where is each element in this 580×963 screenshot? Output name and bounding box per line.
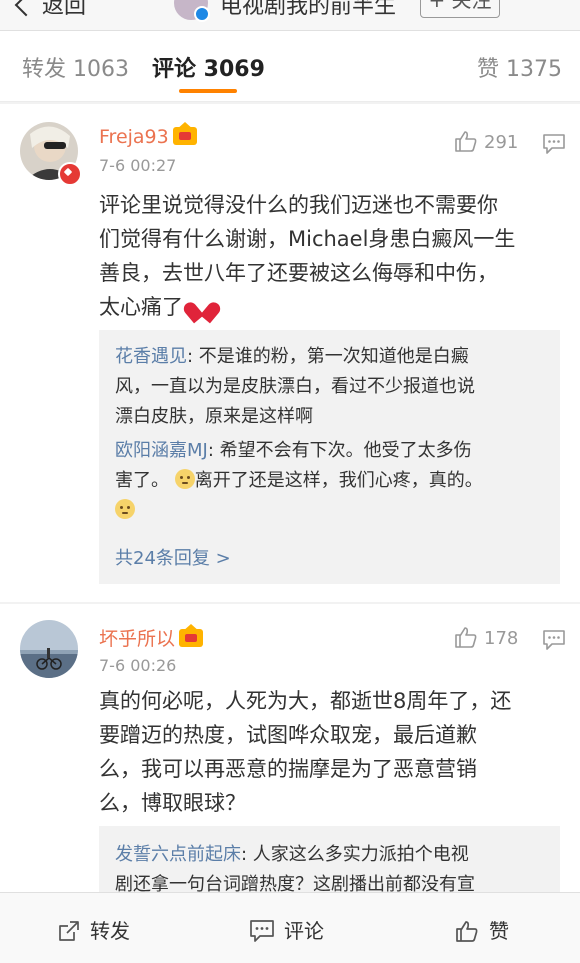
tab-comments[interactable]: 评论 3069 <box>152 51 265 83</box>
comment-username[interactable]: Freja93 <box>99 122 197 148</box>
comment-line: 太心痛了 <box>99 295 183 319</box>
reply-text: 离开了还是这样，我们心疼，真的。 <box>194 470 483 491</box>
comment-line: 么，博取眼球？ <box>99 791 246 815</box>
tab-bar: 转发 1063 评论 3069 赞 1375 <box>0 31 580 102</box>
reply-box: 发誓六点前起床: 人家这么多实力派拍个电视 剧还拿一句台词蹭热度？这剧播出前都没… <box>99 826 560 895</box>
verified-icon <box>194 6 210 22</box>
account-name[interactable]: 电视剧我的前半生 <box>220 0 396 20</box>
repost-label: 转发 <box>90 919 130 943</box>
back-button[interactable]: 返回 <box>14 0 87 20</box>
top-nav-bar: 返回 电视剧我的前半生 + 关注 <box>0 0 580 31</box>
like-post-button[interactable]: 赞 <box>455 915 509 944</box>
comment-text: 真的何必呢，人死为大，都逝世8周年了，还 要蹭迈的热度，试图哗众取宠，最后道歉 … <box>99 684 559 820</box>
emoji-icon <box>174 469 195 489</box>
repost-icon <box>59 921 79 941</box>
reply-text: : 不是谁的粉，第一次知道他是白癜 <box>187 346 469 367</box>
follow-button[interactable]: + 关注 <box>420 0 500 18</box>
comment-text: 评论里说觉得没什么的我们迈迷也不需要你 们觉得有什么谢谢，Michael身患白癜… <box>99 188 559 324</box>
comment-label: 评论 <box>284 919 324 943</box>
reply-text: 漂白皮肤，原来是这样啊 <box>115 406 313 427</box>
broken-heart-icon <box>181 295 223 324</box>
back-label: 返回 <box>42 0 87 19</box>
like-button[interactable]: 178 <box>454 626 518 649</box>
comment-time: 7-6 00:26 <box>99 656 177 675</box>
crown-icon <box>172 122 197 145</box>
comment-item: 坏乎所以 7-6 00:26 178 真的何必呢，人死为大，都逝世8周年了，还 … <box>0 604 580 895</box>
reply-text: : 希望不会有下次。他受了太多伤 <box>207 440 472 461</box>
like-button[interactable]: 291 <box>454 130 518 153</box>
comment-item: Freja93 7-6 00:27 291 评论里说觉得没什么的我们迈迷也不需要… <box>0 104 580 602</box>
reply-item[interactable]: 发誓六点前起床: 人家这么多实力派拍个电视 剧还拿一句台词蹭热度？这剧播出前都没… <box>115 840 545 900</box>
more-replies-link[interactable]: 共24条回复 > <box>115 544 231 570</box>
reply-box: 花香遇见: 不是谁的粉，第一次知道他是白癜 风，一直以为是皮肤漂白，看过不少报道… <box>99 330 560 584</box>
comment-username[interactable]: 坏乎所以 <box>99 624 204 651</box>
reply-item[interactable]: 欧阳涵嘉MJ: 希望不会有下次。他受了太多伤 害了。 离开了还是这样，我们心疼，… <box>115 436 545 526</box>
reply-text: 害了。 <box>115 470 169 491</box>
comment-line: 真的何必呢，人死为大，都逝世8周年了，还 <box>99 689 512 713</box>
active-tab-indicator <box>179 89 237 93</box>
comment-line: 评论里说觉得没什么的我们迈迷也不需要你 <box>99 193 498 217</box>
comment-line: 么，我可以再恶意的揣摩是为了恶意营销 <box>99 757 477 781</box>
like-count: 178 <box>484 628 519 649</box>
reply-item[interactable]: 花香遇见: 不是谁的粉，第一次知道他是白癜 风，一直以为是皮肤漂白，看过不少报道… <box>115 342 545 432</box>
thumbs-up-icon <box>456 921 478 942</box>
account-avatar[interactable] <box>174 0 210 22</box>
chevron-left-icon <box>14 0 38 17</box>
reply-username[interactable]: 欧阳涵嘉MJ <box>115 440 208 461</box>
comment-line: 要蹭迈的热度，试图哗众取宠，最后道歉 <box>99 723 477 747</box>
repost-button[interactable]: 转发 <box>58 915 130 944</box>
reply-icon[interactable] <box>543 630 565 654</box>
crown-icon <box>179 624 204 647</box>
tab-likes[interactable]: 赞 1375 <box>477 51 562 83</box>
comment-line: 善良，去世八年了还要被这么侮辱和中伤， <box>99 261 498 285</box>
comment-icon <box>250 920 274 942</box>
reply-icon[interactable] <box>543 134 565 158</box>
like-count: 291 <box>484 132 519 153</box>
emoji-icon <box>115 499 135 519</box>
comment-time: 7-6 00:27 <box>99 156 177 175</box>
reply-text: 风，一直以为是皮肤漂白，看过不少报道也说 <box>115 376 475 397</box>
comment-line: 们觉得有什么谢谢，Michael身患白癜风一生 <box>99 227 516 251</box>
reply-username[interactable]: 花香遇见 <box>115 346 187 367</box>
like-label: 赞 <box>489 919 509 943</box>
tab-repost[interactable]: 转发 1063 <box>22 51 129 83</box>
reply-text: : 人家这么多实力派拍个电视 <box>241 844 469 865</box>
member-badge-icon <box>58 162 82 186</box>
thumbs-up-icon <box>455 131 477 152</box>
comment-button[interactable]: 评论 <box>250 915 324 944</box>
bottom-toolbar: 转发 评论 赞 <box>0 892 580 963</box>
reply-username[interactable]: 发誓六点前起床 <box>115 844 241 865</box>
thumbs-up-icon <box>455 627 477 648</box>
avatar[interactable] <box>20 620 78 678</box>
